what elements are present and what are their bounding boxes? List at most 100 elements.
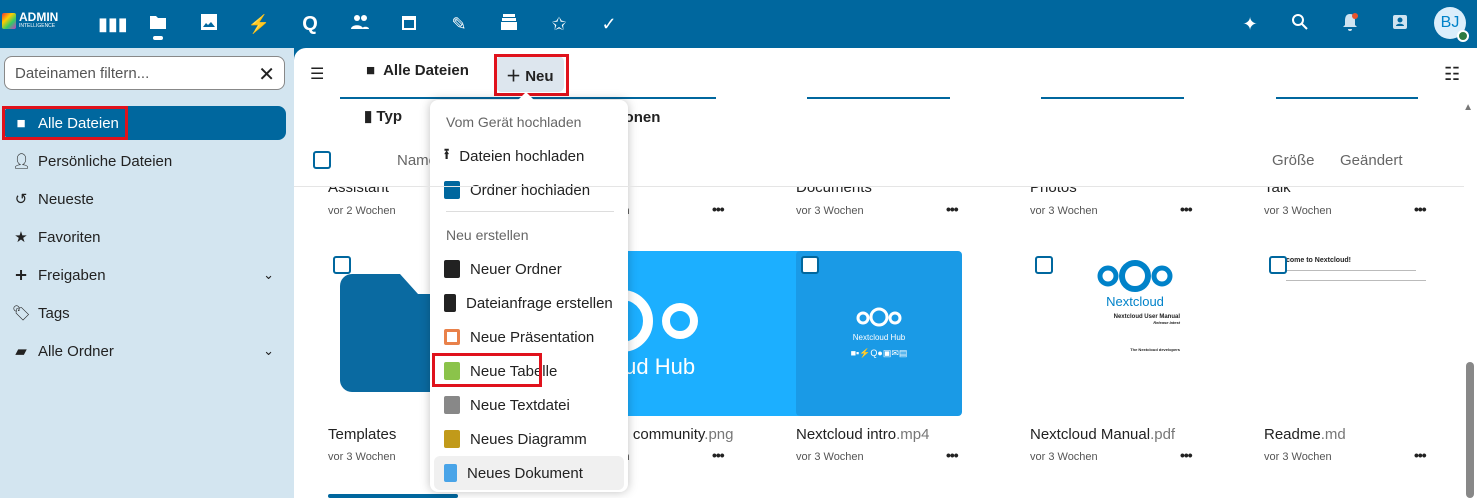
file-name: Documents [796, 187, 872, 196]
talk-icon[interactable]: Q [298, 12, 322, 36]
active-app-indicator [153, 36, 163, 40]
diagram-icon [444, 430, 460, 448]
more-actions-icon[interactable]: ••• [946, 201, 959, 217]
scrollbar[interactable] [1466, 362, 1474, 498]
intro-text: Nextcloud Hub [852, 333, 906, 342]
menu-item-new-document[interactable]: Neues Dokument [434, 456, 624, 490]
menu-item-upload-files[interactable]: ⭱ Dateien hochladen [434, 139, 624, 173]
menu-item-new-diagram[interactable]: Neues Diagramm [434, 422, 624, 456]
deck-icon[interactable] [497, 12, 521, 36]
menu-arrow [518, 92, 534, 100]
notifications-icon[interactable] [1338, 12, 1362, 36]
sidebar-item-alle-ordner[interactable]: ▰ Alle Ordner ⌄ [4, 334, 286, 368]
top-bar: ADMIN INTELLIGENCE ▮▮▮ ⚡ Q ✎ ✩ ✓ ✦ BJ [0, 0, 1477, 48]
file-extension: .pdf [1150, 426, 1176, 443]
breadcrumb[interactable]: ■ Alle Dateien [366, 62, 469, 79]
tasks-icon[interactable]: ✓ [597, 12, 621, 36]
sidebar-item-neueste[interactable]: ↺ Neueste [4, 182, 286, 216]
column-modified[interactable]: Geändert [1340, 152, 1403, 169]
column-size[interactable]: Größe [1272, 152, 1315, 169]
more-actions-icon[interactable]: ••• [712, 201, 725, 217]
filter-underline [807, 97, 950, 99]
file-date: vor 3 Wochen [1264, 205, 1332, 217]
file-basename: Templates [328, 426, 397, 443]
file-basename: Nextcloud intro [796, 426, 897, 443]
filter-type[interactable]: ▮ Typ [364, 107, 402, 125]
file-checkbox[interactable] [1269, 256, 1287, 274]
notes-icon[interactable]: ✎ [447, 12, 471, 36]
file-name: Photos [1030, 187, 1077, 196]
pdf-thumbnail: Nextcloud Nextcloud User Manual Release la… [1090, 258, 1180, 408]
menu-item-upload-folder[interactable]: Ordner hochladen [434, 173, 624, 207]
manual-authors: The Nextcloud developers [1130, 347, 1180, 352]
share-icon: ➕︎ [15, 266, 27, 284]
app-icons-strip: ■▪⚡Q●▣✉▤ [850, 348, 908, 358]
sidebar: Dateinamen filtern... ✕ ■ Alle Dateien 👤︎ P… [0, 48, 294, 498]
menu-item-new-presentation[interactable]: Neue Präsentation [434, 320, 624, 354]
folders-icon: ▰ [15, 343, 27, 360]
menu-item-new-textfile[interactable]: Neue Textdatei [434, 388, 624, 422]
file-name: Assistant [328, 187, 389, 196]
text-file-icon [444, 396, 460, 414]
calendar-icon[interactable] [397, 12, 421, 36]
divider [294, 186, 1464, 187]
image-thumbnail: cloud Hub [602, 251, 802, 416]
more-actions-icon[interactable]: ••• [1180, 201, 1193, 217]
logo-cube-icon [2, 12, 16, 29]
more-actions-icon[interactable]: ••• [1180, 447, 1193, 463]
activity-icon[interactable]: ⚡ [247, 12, 271, 36]
dashboard-icon[interactable]: ▮▮▮ [98, 12, 128, 36]
filename-filter-input[interactable]: Dateinamen filtern... ✕ [4, 56, 285, 90]
file-basename: Readme [1264, 426, 1321, 443]
clear-filter-icon[interactable]: ✕ [258, 62, 275, 87]
folder-upload-icon [444, 181, 460, 199]
filter-underline [1276, 97, 1418, 99]
scroll-up-icon[interactable]: ▲ [1463, 102, 1473, 113]
video-thumbnail: Nextcloud Hub ■▪⚡Q●▣✉▤ [796, 251, 962, 416]
contacts-menu-icon[interactable] [1388, 12, 1412, 36]
file-date: vor 3 Wochen [328, 451, 396, 463]
toggle-sidebar-icon[interactable]: ☰ [310, 64, 324, 84]
sidebar-item-tags[interactable]: 🏷︎ Tags [4, 296, 286, 330]
file-checkbox[interactable] [333, 256, 351, 274]
file-date: vor 3 Wochen [1030, 451, 1098, 463]
more-actions-icon[interactable]: ••• [1414, 447, 1427, 463]
more-actions-icon[interactable]: ••• [712, 447, 725, 463]
sidebar-item-favoriten[interactable]: ★ Favoriten [4, 220, 286, 254]
assistant-icon[interactable]: ✦ [1238, 12, 1262, 36]
collectives-icon[interactable]: ✩ [547, 12, 571, 36]
upload-icon: ⭱ [444, 145, 450, 163]
star-icon: ★ [14, 229, 28, 246]
filter-underline [1041, 97, 1184, 99]
highlight-box [2, 106, 128, 140]
menu-heading-create: Neu erstellen [446, 227, 529, 243]
files-icon[interactable] [146, 12, 170, 36]
file-extension: .mp4 [896, 426, 930, 443]
more-actions-icon[interactable]: ••• [1414, 201, 1427, 217]
file-checkbox[interactable] [1035, 256, 1053, 274]
menu-item-file-request[interactable]: Dateianfrage erstellen [434, 286, 624, 320]
readme-title: come to Nextcloud! [1286, 257, 1351, 264]
file-date: vor 3 Wochen [796, 451, 864, 463]
logo[interactable]: ADMIN INTELLIGENCE [2, 11, 58, 29]
menu-heading-upload: Vom Gerät hochladen [446, 114, 582, 130]
folder-icon: ■ [366, 62, 376, 79]
search-icon[interactable] [1288, 12, 1312, 36]
contacts-icon[interactable] [348, 12, 372, 36]
photos-icon[interactable] [197, 12, 221, 36]
file-extension: .md [1320, 426, 1346, 443]
file-checkbox[interactable] [801, 256, 819, 274]
more-actions-icon[interactable]: ••• [946, 447, 959, 463]
document-icon [444, 464, 457, 482]
view-toggle-list-icon[interactable]: ☷ [1444, 64, 1460, 85]
chevron-down-icon[interactable]: ⌄ [263, 267, 274, 283]
tag-icon: 🏷︎ [12, 305, 32, 322]
sidebar-item-freigaben[interactable]: ➕︎ Freigaben ⌄ [4, 258, 286, 292]
sidebar-item-persoenliche-dateien[interactable]: 👤︎ Persönliche Dateien [4, 144, 286, 178]
menu-item-new-folder[interactable]: Neuer Ordner [434, 252, 624, 286]
manual-brand: Nextcloud [1106, 294, 1164, 309]
chevron-down-icon[interactable]: ⌄ [263, 343, 274, 359]
file-name: Readme.md [1264, 426, 1346, 443]
avatar[interactable]: BJ [1434, 7, 1469, 42]
select-all-checkbox[interactable] [313, 151, 331, 169]
